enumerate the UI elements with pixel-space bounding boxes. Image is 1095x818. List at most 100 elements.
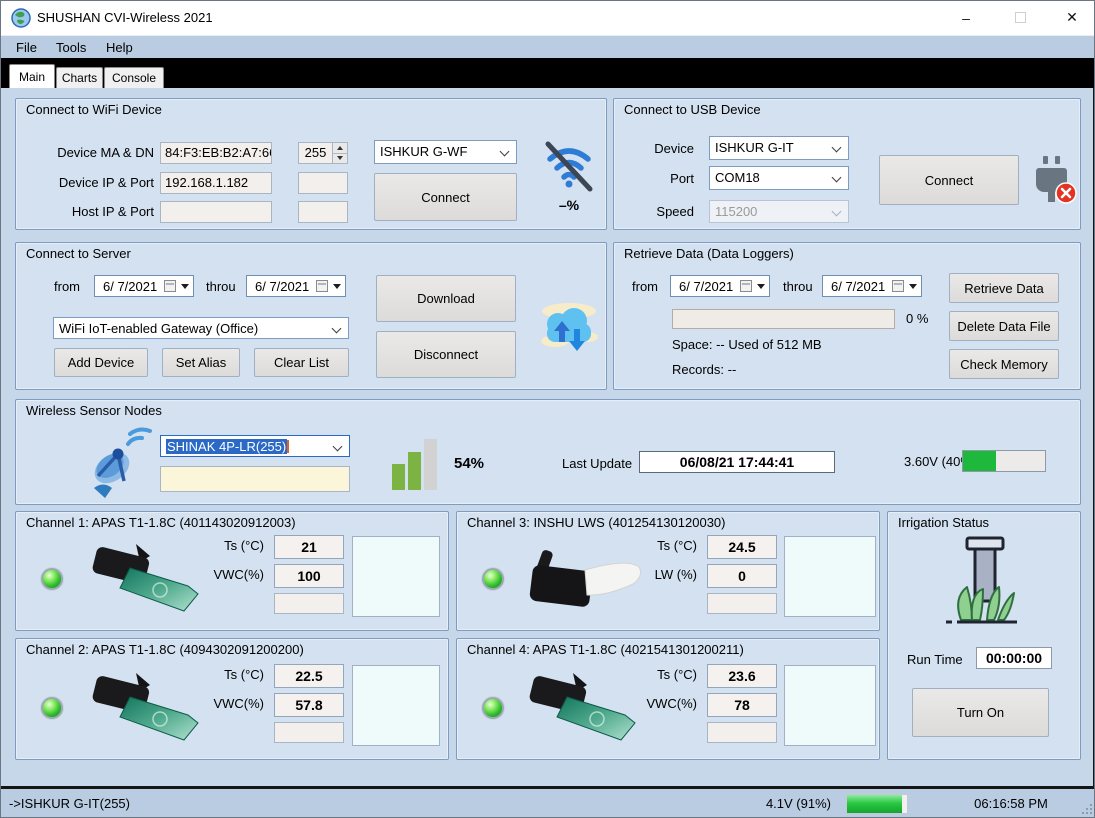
label-last-update: Last Update — [562, 456, 632, 471]
logger-from-date-picker[interactable]: 6/ 7/2021 — [670, 275, 770, 297]
group-connect-usb: Connect to USB Device Device ISHKUR G-IT… — [613, 98, 1081, 230]
label-usb-device: Device — [632, 141, 694, 156]
delete-data-file-button[interactable]: Delete Data File — [949, 311, 1059, 341]
node-battery-bar — [962, 450, 1046, 472]
channel-title: Channel 1: APAS T1-1.8C (401143020912003… — [26, 515, 296, 530]
usb-port-select[interactable]: COM18 — [709, 166, 849, 190]
retrieve-progress-bar — [672, 309, 895, 329]
download-button[interactable]: Download — [376, 275, 516, 322]
turn-on-button[interactable]: Turn On — [912, 688, 1049, 737]
host-port-field[interactable] — [298, 201, 348, 223]
channel-display-box — [352, 665, 440, 746]
chevron-down-icon — [500, 147, 510, 157]
tab-main[interactable]: Main — [9, 64, 55, 88]
node-command-input[interactable] — [160, 466, 350, 492]
group-title: Irrigation Status — [898, 515, 989, 530]
device-port-field[interactable] — [298, 172, 348, 194]
usb-disconnected-icon — [1030, 153, 1078, 211]
text-caret — [287, 440, 289, 453]
label-device-ma-dn: Device MA & DN — [42, 145, 154, 160]
device-ip-field[interactable]: 192.168.1.182 — [160, 172, 272, 194]
channel-status-led — [41, 568, 63, 590]
channel-row1-label: Ts (°C) — [146, 538, 264, 553]
disconnect-button[interactable]: Disconnect — [376, 331, 516, 378]
maximize-button[interactable] — [997, 1, 1043, 34]
chevron-down-icon — [832, 207, 842, 217]
channel-title: Channel 4: APAS T1-1.8C (402154130120021… — [467, 642, 744, 657]
channel-extra-field[interactable] — [707, 593, 777, 614]
signal-percent: 54% — [454, 455, 484, 472]
label-from: from — [632, 279, 658, 294]
group-channel-2: Channel 2: APAS T1-1.8C (409430209120020… — [15, 638, 449, 760]
label-usb-port: Port — [632, 171, 694, 186]
wifi-connect-button[interactable]: Connect — [374, 173, 517, 221]
channel-display-box — [784, 536, 876, 617]
status-device-text: ->ISHKUR G-IT(255) — [9, 789, 130, 818]
channel-display-box — [784, 665, 876, 746]
close-button[interactable]: ✕ — [1049, 1, 1095, 34]
title-bar: SHUSHAN CVI-Wireless 2021 – ✕ — [1, 1, 1094, 35]
signal-bar-2 — [408, 452, 421, 490]
wifi-signal-percent: –% — [540, 197, 598, 213]
calendar-icon — [164, 280, 176, 292]
sprinkler-icon — [941, 532, 1029, 632]
minimize-button[interactable]: – — [943, 1, 989, 34]
channel-row1-value: 24.5 — [707, 535, 777, 559]
retrieve-data-button[interactable]: Retrieve Data — [949, 273, 1059, 303]
dropdown-arrow-icon — [181, 284, 189, 289]
server-thru-date-picker[interactable]: 6/ 7/2021 — [246, 275, 346, 297]
usb-device-select[interactable]: ISHKUR G-IT — [709, 136, 849, 160]
add-device-button[interactable]: Add Device — [54, 348, 148, 377]
device-number-stepper[interactable]: 255 — [298, 142, 348, 164]
channel-row2-value: 78 — [707, 693, 777, 717]
tab-charts[interactable]: Charts — [56, 67, 103, 88]
channel-row2-label: LW (%) — [579, 567, 697, 582]
signal-bar-3 — [424, 439, 437, 490]
chevron-down-icon — [832, 143, 842, 153]
label-run-time: Run Time — [907, 652, 963, 667]
channel-status-led — [482, 568, 504, 590]
set-alias-button[interactable]: Set Alias — [162, 348, 240, 377]
status-bar: ->ISHKUR G-IT(255) 4.1V (91%) 06:16:58 P… — [1, 789, 1095, 818]
space-used-text: Space: -- Used of 512 MB — [672, 337, 822, 352]
host-ip-field[interactable] — [160, 201, 272, 223]
channel-row2-value: 100 — [274, 564, 344, 588]
group-wireless-sensor-nodes: Wireless Sensor Nodes SHINAK 4P-LR(255) … — [15, 399, 1081, 505]
channel-row1-label: Ts (°C) — [146, 667, 264, 682]
group-title: Connect to USB Device — [624, 102, 761, 117]
menu-tools[interactable]: Tools — [49, 36, 93, 59]
group-title: Connect to WiFi Device — [26, 102, 162, 117]
label-host-ip-port: Host IP & Port — [42, 204, 154, 219]
channel-status-led — [41, 697, 63, 719]
gateway-select[interactable]: WiFi IoT-enabled Gateway (Office) — [53, 317, 349, 339]
usb-connect-button[interactable]: Connect — [879, 155, 1019, 205]
channel-row2-label: VWC(%) — [579, 696, 697, 711]
group-connect-wifi: Connect to WiFi Device Device MA & DN 84… — [15, 98, 607, 230]
logger-thru-date-picker[interactable]: 6/ 7/2021 — [822, 275, 922, 297]
channel-row1-label: Ts (°C) — [579, 667, 697, 682]
app-logo-icon — [11, 8, 31, 28]
wifi-device-select[interactable]: ISHKUR G-WF — [374, 140, 517, 164]
channel-extra-field[interactable] — [274, 593, 344, 614]
step-down-icon[interactable] — [333, 153, 347, 164]
resize-grip[interactable] — [1081, 803, 1093, 815]
group-irrigation-status: Irrigation Status Run Time 00:00:00 Turn… — [887, 511, 1081, 760]
label-device-ip-port: Device IP & Port — [42, 175, 154, 190]
channel-extra-field[interactable] — [707, 722, 777, 743]
step-up-icon[interactable] — [333, 143, 347, 153]
clear-list-button[interactable]: Clear List — [254, 348, 349, 377]
menu-help[interactable]: Help — [99, 36, 140, 59]
calendar-icon — [316, 280, 328, 292]
sensor-node-select[interactable]: SHINAK 4P-LR(255) — [160, 435, 350, 457]
mac-address-field[interactable]: 84:F3:EB:B2:A7:66 — [160, 142, 272, 164]
menu-bar: File Tools Help — [1, 35, 1094, 58]
status-battery-bar — [846, 794, 908, 814]
stepper-buttons[interactable] — [332, 143, 347, 163]
check-memory-button[interactable]: Check Memory — [949, 349, 1059, 379]
tab-console[interactable]: Console — [104, 67, 164, 88]
channel-title: Channel 3: INSHU LWS (401254130120030) — [467, 515, 725, 530]
window-title: SHUSHAN CVI-Wireless 2021 — [37, 1, 213, 35]
server-from-date-picker[interactable]: 6/ 7/2021 — [94, 275, 194, 297]
menu-file[interactable]: File — [9, 36, 44, 59]
channel-extra-field[interactable] — [274, 722, 344, 743]
